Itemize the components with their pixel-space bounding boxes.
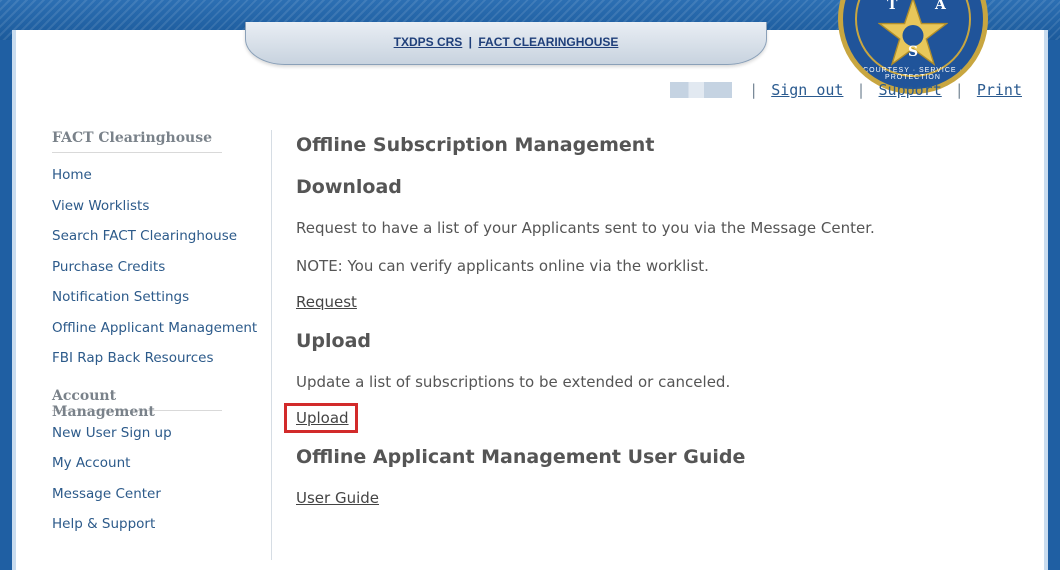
sidebar-divider [271,130,272,560]
seal-motto: COURTESY · SERVICE · PROTECTION [863,67,963,81]
seal-letter-s: S [908,44,919,60]
download-note: NOTE: You can verify applicants online v… [296,257,709,275]
sidebar-item-purchase-credits[interactable]: Purchase Credits [52,252,272,283]
sidebar-item-fbi-rap-back-resources[interactable]: FBI Rap Back Resources [52,343,272,374]
sidebar-item-offline-applicant-management[interactable]: Offline Applicant Management [52,313,272,344]
sidebar: FACT Clearinghouse Home View Worklists S… [52,130,272,560]
sidebar-item-home[interactable]: Home [52,160,272,191]
sidebar-item-new-user-sign-up[interactable]: New User Sign up [52,418,272,449]
sidebar-item-my-account[interactable]: My Account [52,448,272,479]
sidebar-item-notification-settings[interactable]: Notification Settings [52,282,272,313]
header-tab: TXDPS CRS | FACT CLEARINGHOUSE [245,22,767,65]
sidebar-item-help-support[interactable]: Help & Support [52,509,272,540]
upload-heading: Upload [296,330,372,352]
sidebar-section-account-management: Account Management [52,388,222,420]
breadcrumb: TXDPS CRS | FACT CLEARINGHOUSE [246,35,766,49]
link-separator: | [954,81,964,99]
upload-description: Update a list of subscriptions to be ext… [296,373,731,391]
sign-out-link[interactable]: Sign out [771,81,843,99]
breadcrumb-separator: | [468,35,473,49]
user-guide-heading: Offline Applicant Management User Guide [296,446,746,468]
download-description: Request to have a list of your Applicant… [296,219,875,237]
redacted-username [670,82,733,98]
account-links: | Sign out | Support | Print [670,81,1022,99]
page-title: Offline Subscription Management [296,134,655,156]
support-link[interactable]: Support [879,81,942,99]
sidebar-item-view-worklists[interactable]: View Worklists [52,191,272,222]
sidebar-item-search-fact-clearinghouse[interactable]: Search FACT Clearinghouse [52,221,272,252]
upload-link[interactable]: Upload [296,409,349,427]
print-link[interactable]: Print [977,81,1022,99]
download-heading: Download [296,176,402,198]
request-link[interactable]: Request [296,293,357,311]
breadcrumb-home-link[interactable]: TXDPS CRS [394,35,463,49]
link-separator: | [856,81,866,99]
user-guide-link[interactable]: User Guide [296,489,379,507]
sidebar-section-fact-clearinghouse: FACT Clearinghouse [52,130,222,153]
breadcrumb-current-link[interactable]: FACT CLEARINGHOUSE [478,35,618,49]
link-separator: | [749,81,759,99]
sidebar-item-message-center[interactable]: Message Center [52,479,272,510]
